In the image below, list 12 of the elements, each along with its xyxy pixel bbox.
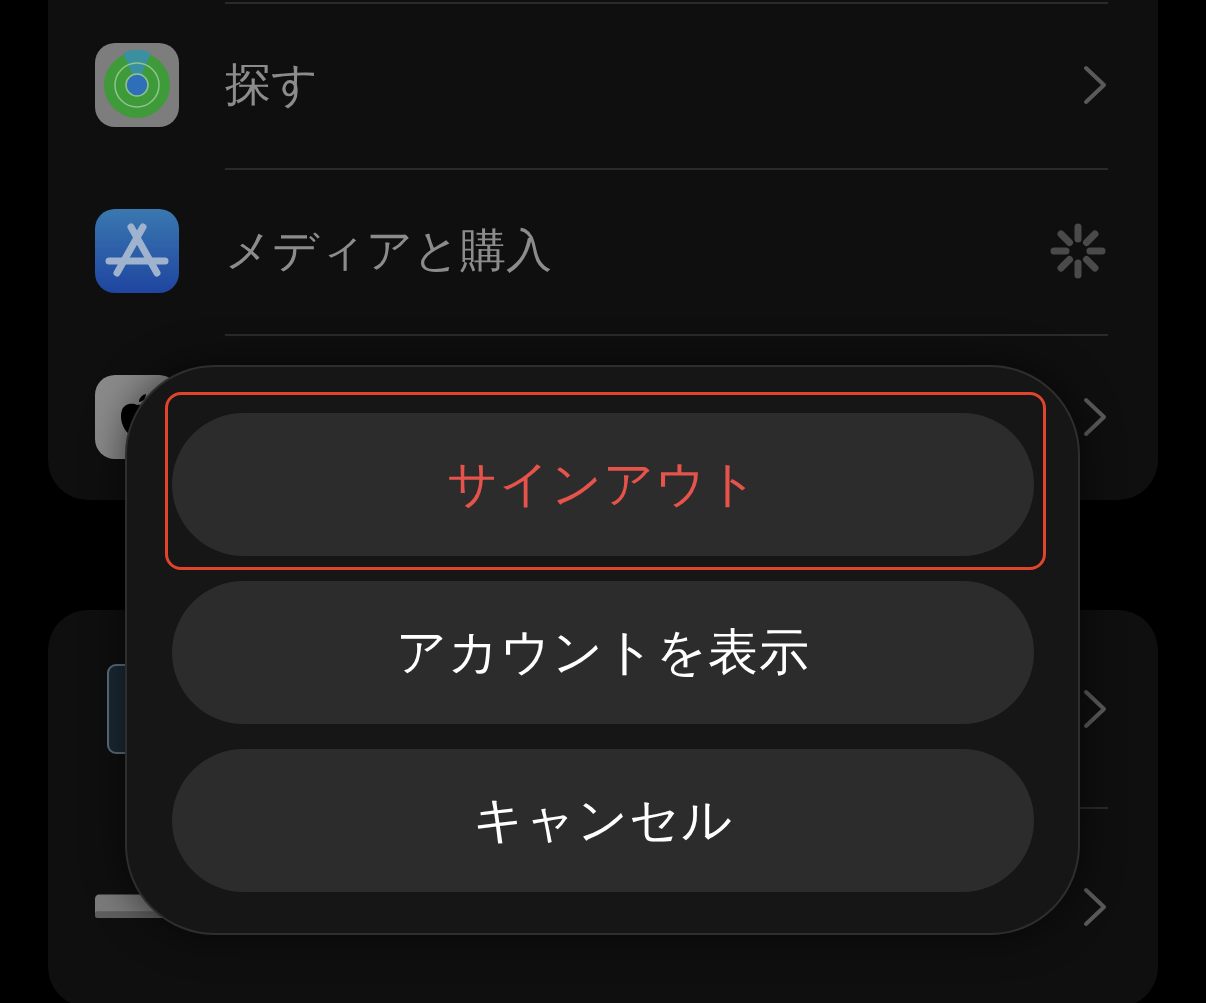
radar-icon — [95, 43, 179, 127]
action-button[interactable]: アカウントを表示 — [172, 581, 1034, 724]
chevron-icon — [1082, 886, 1108, 928]
action-button[interactable]: サインアウト — [172, 413, 1034, 556]
row-label: メディアと購入 — [225, 223, 552, 277]
chevron-icon — [1082, 64, 1108, 106]
loading-spinner-icon — [1048, 221, 1108, 281]
action-button[interactable]: キャンセル — [172, 749, 1034, 892]
row-label: 探す — [225, 57, 318, 111]
chevron-icon — [1082, 687, 1108, 730]
app-store-icon — [95, 209, 179, 293]
chevron-icon — [1082, 396, 1108, 438]
